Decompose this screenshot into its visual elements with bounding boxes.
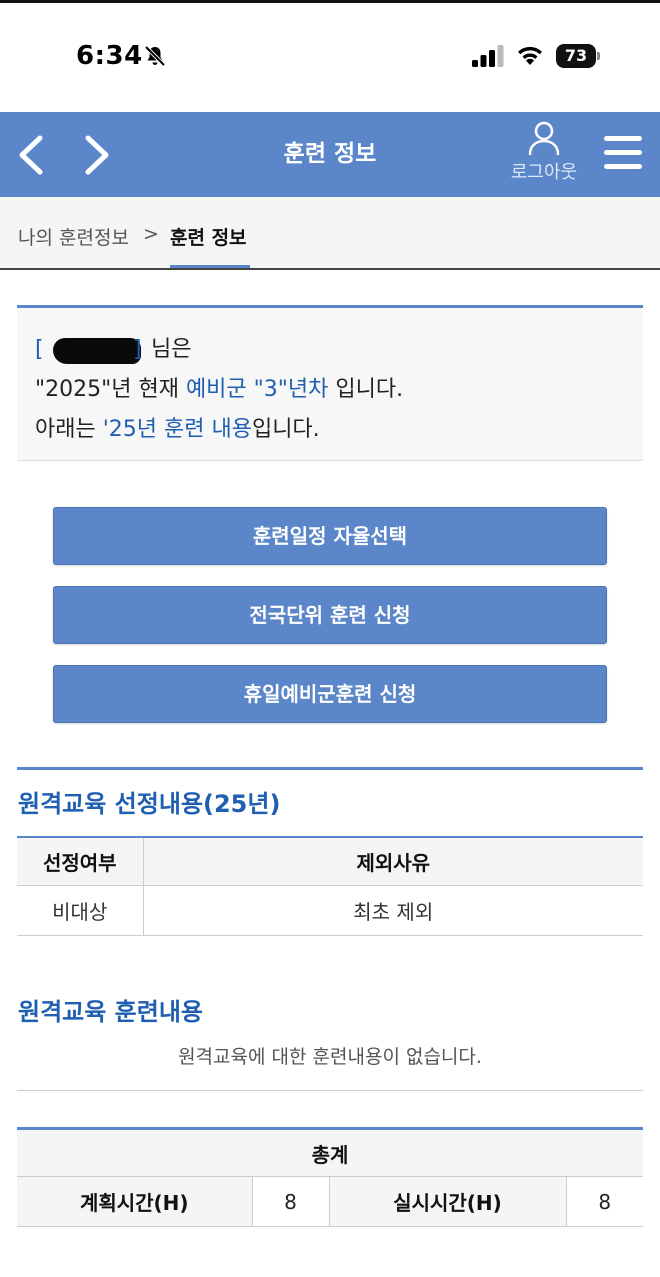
table-row: 계획시간(H) 8 실시시간(H) 8 — [17, 1176, 643, 1227]
person-icon — [528, 121, 560, 156]
column-header: 제외사유 — [143, 836, 643, 886]
table-header-row: 총계 — [17, 1127, 643, 1177]
breadcrumb-current: 훈련 정보 — [170, 227, 247, 249]
remote-selection-table: 선정여부 제외사유 비대상 최초 제외 — [17, 836, 643, 936]
breadcrumb-parent[interactable]: 나의 훈련정보 — [18, 223, 129, 250]
selection-status-cell: 비대상 — [17, 885, 144, 936]
battery-icon: 73 — [556, 44, 600, 68]
name-bracket-close: ] — [133, 337, 142, 362]
app-header: 훈련 정보 로그아웃 — [0, 112, 660, 197]
training-text-end: 입니다. — [251, 417, 320, 442]
cellular-signal-icon — [472, 45, 504, 67]
name-suffix: 님은 — [151, 337, 192, 362]
name-bracket-open: [ — [35, 337, 44, 362]
breadcrumb: 나의 훈련정보 > 훈련 정보 — [0, 197, 660, 270]
wifi-icon — [518, 46, 542, 65]
schedule-select-button[interactable]: 훈련일정 자율선택 — [53, 507, 607, 565]
status-time: 6:34 — [76, 41, 143, 71]
training-year-highlight: '25년 훈련 내용 — [102, 417, 252, 442]
exclusion-reason-cell: 최초 제외 — [143, 885, 643, 936]
breadcrumb-active-underline — [170, 265, 250, 268]
totals-table: 총계 계획시간(H) 8 실시시간(H) 8 — [17, 1127, 643, 1227]
totals-title: 총계 — [17, 1127, 643, 1177]
remote-training-title: 원격교육 훈련내용 — [18, 998, 203, 1026]
table-row: 비대상 최초 제외 — [17, 885, 643, 936]
breadcrumb-separator: > — [143, 223, 159, 245]
divider — [17, 1090, 643, 1091]
chevron-left-icon[interactable] — [10, 130, 54, 180]
nationwide-training-button[interactable]: 전국단위 훈련 신청 — [53, 586, 607, 644]
hamburger-menu-icon[interactable] — [602, 134, 646, 174]
reservist-year-highlight: 예비군 "3"년차 — [185, 377, 329, 402]
column-header: 선정여부 — [17, 836, 144, 886]
bell-slash-icon — [144, 45, 166, 67]
section-divider — [17, 767, 643, 770]
actual-hours-label: 실시시간(H) — [329, 1176, 566, 1227]
planned-hours-label: 계획시간(H) — [17, 1176, 252, 1227]
empty-message: 원격교육에 대한 훈련내용이 없습니다. — [178, 1046, 482, 1068]
year-text-end: 입니다. — [328, 377, 404, 402]
planned-hours-value: 8 — [251, 1176, 330, 1227]
year-text: "2025"년 현재 — [35, 377, 186, 402]
training-year-line: 아래는 '25년 훈련 내용입니다. — [35, 410, 643, 450]
status-bar: 6:34 73 — [0, 0, 660, 112]
battery-level: 73 — [564, 46, 588, 65]
training-text: 아래는 — [35, 417, 103, 442]
reservist-year-line: "2025"년 현재 예비군 "3"년차 입니다. — [35, 370, 643, 410]
actual-hours-value: 8 — [565, 1176, 643, 1227]
chevron-right-icon[interactable] — [74, 130, 118, 180]
name-line: [ ] 님은 — [35, 330, 643, 370]
holiday-training-button[interactable]: 휴일예비군훈련 신청 — [53, 665, 607, 723]
redacted-name — [53, 338, 141, 364]
table-header-row: 선정여부 제외사유 — [17, 836, 643, 886]
remote-selection-title: 원격교육 선정내용(25년) — [18, 790, 281, 818]
logout-button[interactable]: 로그아웃 — [500, 120, 588, 192]
logout-label: 로그아웃 — [510, 162, 578, 183]
reservist-info-box: [ ] 님은 "2025"년 현재 예비군 "3"년차 입니다. 아래는 '25… — [17, 305, 643, 461]
